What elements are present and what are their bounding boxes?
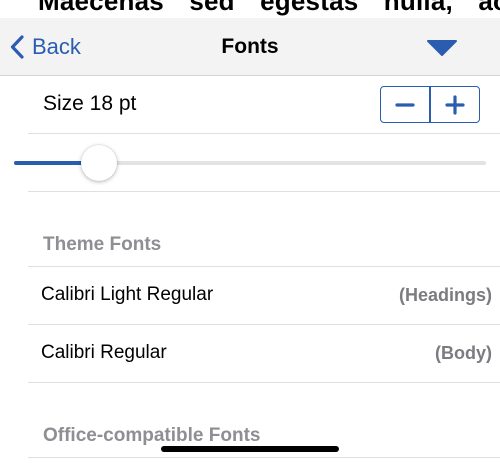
minus-icon [395, 102, 415, 107]
font-size-slider-row [0, 134, 500, 192]
collapse-button[interactable] [426, 39, 458, 57]
font-name: Calibri Light Regular [41, 284, 214, 305]
section-header-theme-fonts: Theme Fonts [43, 234, 162, 255]
navigation-bar: Back Fonts [0, 18, 500, 76]
back-label: Back [32, 34, 81, 59]
font-role: (Body) [435, 343, 492, 363]
font-size-label: Size 18 pt [43, 92, 137, 115]
font-name: Calibri Regular [41, 342, 167, 363]
home-indicator[interactable] [161, 446, 339, 452]
chevron-left-icon [10, 35, 24, 59]
font-size-row: Size 18 pt [28, 76, 500, 134]
document-text: Maecenas sed egestas nulla, ac [38, 0, 500, 16]
font-size-slider[interactable] [14, 145, 486, 181]
document-text-peek: Maecenas sed egestas nulla, ac [0, 0, 500, 18]
decrease-size-button[interactable] [381, 87, 429, 122]
increase-size-button[interactable] [431, 87, 479, 122]
font-item-calibri[interactable]: Calibri Regular (Body) [0, 325, 500, 383]
font-size-stepper [380, 86, 480, 123]
back-button[interactable]: Back [10, 28, 81, 66]
plus-icon [445, 94, 465, 115]
font-item-calibri-light[interactable]: Calibri Light Regular (Headings) [0, 267, 500, 325]
divider [28, 457, 500, 458]
slider-thumb[interactable] [80, 145, 117, 181]
section-header-office-fonts: Office-compatible Fonts [43, 425, 261, 446]
triangle-down-icon [427, 40, 457, 56]
divider [28, 191, 500, 192]
font-role: (Headings) [398, 285, 492, 305]
divider [28, 382, 500, 383]
